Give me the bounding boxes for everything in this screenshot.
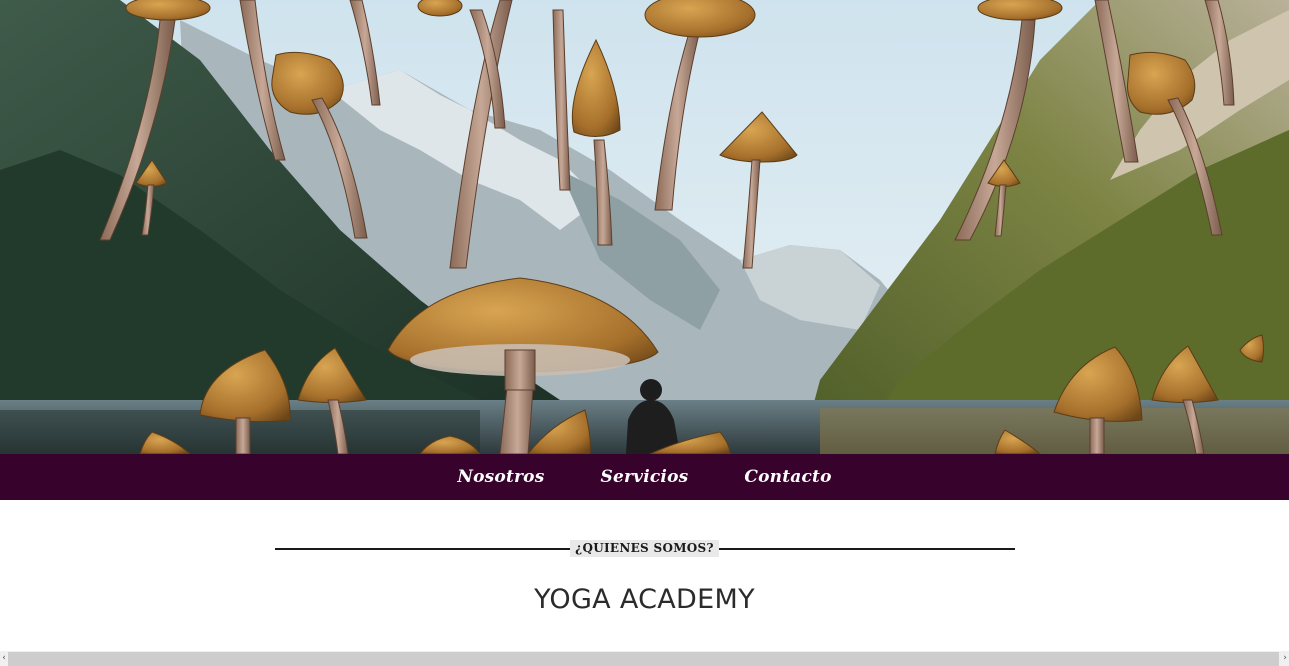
hero-banner [0,0,1289,454]
nav-item-contacto[interactable]: Contacto [744,467,831,487]
page: Nosotros Servicios Contacto ¿QUIENES SOM… [0,0,1289,666]
section-title: YOGA ACADEMY [534,584,755,615]
main-nav: Nosotros Servicios Contacto [0,454,1289,500]
hero-image [0,0,1289,454]
scroll-left-icon[interactable]: ‹ [0,651,8,666]
nav-item-servicios[interactable]: Servicios [600,467,688,487]
nav-item-nosotros[interactable]: Nosotros [457,467,544,487]
section-divider-right [719,548,1015,550]
section-kicker: ¿QUIENES SOMOS? [570,540,719,557]
horizontal-scrollbar[interactable]: ‹ › [0,651,1289,666]
scrollbar-thumb[interactable] [8,652,1279,666]
section-divider-left [275,548,570,550]
scroll-right-icon[interactable]: › [1281,651,1289,666]
